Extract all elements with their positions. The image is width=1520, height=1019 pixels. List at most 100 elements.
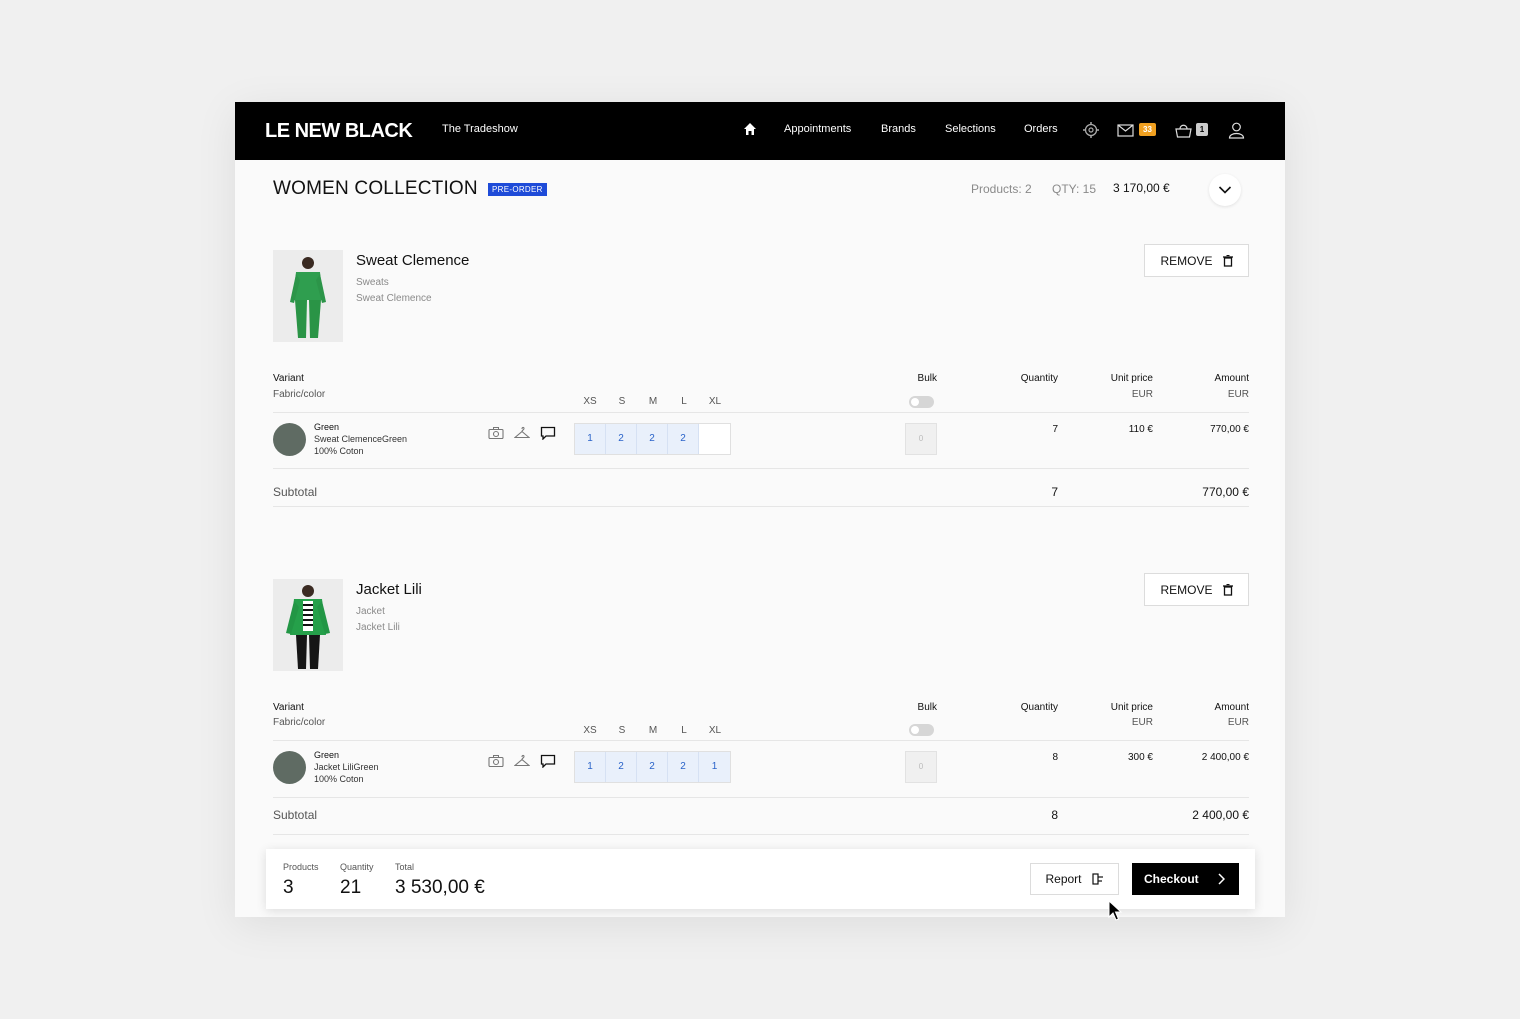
product-category: Sweats (356, 277, 389, 288)
size-input-xs[interactable]: 1 (575, 752, 606, 782)
camera-icon[interactable] (488, 426, 504, 440)
size-quantity-grid: 1 2 2 2 (574, 423, 731, 455)
size-input-m[interactable]: 2 (637, 752, 668, 782)
size-header-s: S (618, 725, 626, 736)
quantity-header: Quantity (1020, 702, 1058, 713)
product-name: Sweat Clemence (356, 252, 470, 269)
divider (273, 506, 1249, 507)
size-header-l: L (681, 396, 687, 407)
size-header-xl: XL (708, 396, 722, 407)
variant-unit-price: 300 € (1127, 752, 1153, 763)
bulk-toggle[interactable] (909, 396, 934, 408)
size-header-xs: XS (583, 725, 597, 736)
report-icon (1091, 873, 1103, 885)
brand-logo[interactable]: LE NEW BLACK (265, 120, 413, 143)
quantity-header: Quantity (1020, 373, 1058, 384)
product-subname: Sweat Clemence (356, 293, 432, 304)
divider (273, 834, 1249, 835)
checkout-button[interactable]: Checkout (1132, 863, 1239, 895)
collapse-button[interactable] (1209, 174, 1241, 206)
variant-amount: 2 400,00 € (1201, 752, 1249, 763)
chevron-down-icon (1218, 186, 1232, 194)
size-input-s[interactable]: 2 (606, 424, 637, 454)
comment-icon[interactable] (540, 754, 556, 768)
divider (273, 412, 1249, 413)
subtotal-quantity: 8 (1051, 808, 1058, 822)
trash-icon (1222, 583, 1233, 596)
size-input-l[interactable]: 2 (668, 424, 699, 454)
app-window: LE NEW BLACK The Tradeshow Appointments … (235, 102, 1285, 917)
remove-label: REMOVE (1160, 253, 1213, 268)
camera-icon[interactable] (488, 754, 504, 768)
size-quantity-grid: 1 2 2 2 1 (574, 751, 731, 783)
variant-ref: Sweat ClemenceGreen (314, 434, 408, 444)
bulk-input[interactable]: 0 (905, 751, 937, 783)
variant-unit-price: 110 € (1128, 424, 1153, 435)
bulk-header: Bulk (917, 373, 937, 384)
product-image[interactable] (273, 579, 343, 671)
subtotal-amount: 770,00 € (1202, 485, 1249, 499)
settings-icon[interactable] (1082, 121, 1100, 139)
comment-icon[interactable] (540, 426, 556, 440)
variant-color: Green (314, 750, 340, 760)
model-photo (273, 579, 343, 671)
hanger-icon[interactable] (514, 754, 530, 768)
subtotal-label: Subtotal (273, 485, 318, 499)
amount-currency: EUR (1227, 717, 1249, 728)
size-input-xl[interactable] (699, 424, 730, 454)
variant-header: Variant (273, 702, 304, 713)
remove-label: REMOVE (1160, 582, 1213, 597)
bulk-toggle[interactable] (909, 724, 934, 736)
unit-price-currency: EUR (1131, 717, 1153, 728)
product-subname: Jacket Lili (356, 622, 400, 633)
size-input-s[interactable]: 2 (606, 752, 637, 782)
collection-qty: QTY: 15 (1052, 182, 1097, 196)
bulk-input[interactable]: 0 (905, 423, 937, 455)
divider (273, 468, 1249, 469)
amount-currency: EUR (1227, 389, 1249, 400)
nav-appointments[interactable]: Appointments (784, 123, 851, 135)
size-header-l: L (681, 725, 687, 736)
remove-button[interactable]: REMOVE (1144, 244, 1249, 277)
home-icon[interactable] (743, 122, 757, 136)
variant-ref: Jacket LiliGreen (314, 762, 379, 772)
footer-products-value: 3 (283, 877, 294, 898)
collection-total: 3 170,00 € (1113, 181, 1170, 195)
size-header-m: M (648, 396, 658, 407)
basket-icon[interactable] (1175, 121, 1192, 139)
variant-fabric: 100% Coton (314, 774, 364, 784)
hanger-icon[interactable] (514, 426, 530, 440)
amount-header: Amount (1214, 373, 1249, 384)
collection-title: WOMEN COLLECTION (273, 178, 478, 199)
nav-selections[interactable]: Selections (945, 123, 996, 135)
model-photo (273, 250, 343, 342)
nav-orders[interactable]: Orders (1024, 123, 1058, 135)
remove-button[interactable]: REMOVE (1144, 573, 1249, 606)
size-header-m: M (648, 725, 658, 736)
report-button[interactable]: Report (1030, 863, 1119, 895)
variant-fabric: 100% Coton (314, 446, 364, 456)
variant-color: Green (314, 422, 340, 432)
subtotal-quantity: 7 (1051, 485, 1058, 499)
amount-header: Amount (1214, 702, 1249, 713)
size-input-xs[interactable]: 1 (575, 424, 606, 454)
variant-header: Variant (273, 373, 304, 384)
color-swatch (273, 423, 306, 456)
user-icon[interactable] (1228, 121, 1245, 139)
fabric-color-header: Fabric/color (273, 389, 326, 400)
collection-products-count: Products: 2 (971, 182, 1032, 196)
inbox-icon[interactable] (1117, 121, 1134, 139)
preorder-tag: PRE-ORDER (488, 183, 547, 196)
size-input-m[interactable]: 2 (637, 424, 668, 454)
size-input-l[interactable]: 2 (668, 752, 699, 782)
order-summary-bar: Products 3 Quantity 21 Total 3 530,00 € … (266, 849, 1255, 909)
size-header-xs: XS (583, 396, 597, 407)
trash-icon (1222, 254, 1233, 267)
divider (273, 797, 1249, 798)
size-input-xl[interactable]: 1 (699, 752, 730, 782)
subtotal-label: Subtotal (273, 808, 318, 822)
nav-brands[interactable]: Brands (881, 123, 916, 135)
product-image[interactable] (273, 250, 343, 342)
unit-price-currency: EUR (1131, 389, 1153, 400)
product-name: Jacket Lili (356, 581, 422, 598)
